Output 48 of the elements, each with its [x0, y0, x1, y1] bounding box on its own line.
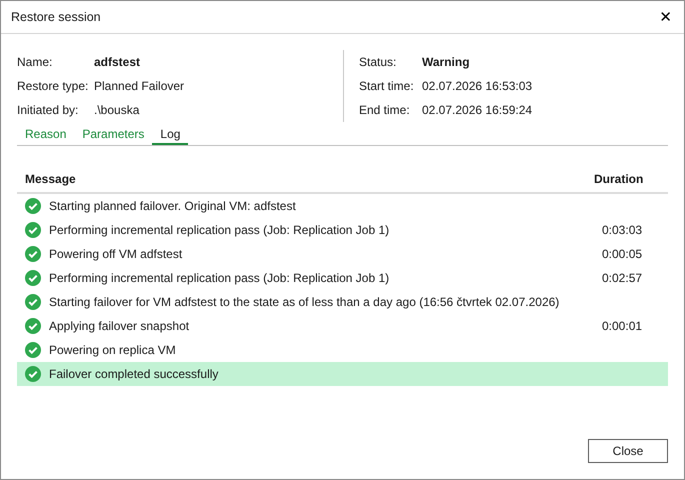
field-label: Status: [359, 55, 398, 69]
check-circle-icon [25, 366, 41, 382]
table-row[interactable]: Powering off VM adfstest 0:00:05 [17, 242, 668, 266]
field-value: 02.07.2026 16:59:24 [422, 103, 532, 117]
table-row[interactable]: Failover completed successfully [17, 362, 668, 386]
close-button[interactable]: Close [588, 439, 668, 463]
check-circle-icon [25, 342, 41, 358]
tab[interactable]: Log [152, 124, 188, 145]
table-cell-text: Failover completed successfully [49, 367, 220, 381]
close-button[interactable]: ✕ [657, 8, 674, 26]
table-cell-text: Performing incremental replication pass (Job: Replication Job 1) [49, 271, 390, 285]
table-row[interactable]: Applying failover snapshot 0:00:01 [17, 314, 668, 338]
table-cell-text: Powering off VM adfstest [49, 247, 184, 261]
check-circle-icon [25, 318, 41, 334]
table-row[interactable]: Starting failover for VM adfstest to the state as of less than a day ago (16:56 čtvrtek 02.07.2026) [17, 290, 668, 314]
window-title: Restore session [11, 10, 101, 24]
table-cell-text: Applying failover snapshot [49, 319, 190, 333]
table-row[interactable]: Powering on replica VM [17, 338, 668, 362]
check-circle-icon [25, 222, 41, 238]
tab[interactable]: Reason [17, 124, 74, 145]
table-row[interactable]: Performing incremental replication pass (Job: Replication Job 1) 0:03:03 [17, 218, 668, 242]
field-label: Initiated by: [17, 103, 80, 117]
field-label: Restore type: [17, 79, 90, 93]
check-circle-icon [25, 270, 41, 286]
field-label: Name: [17, 55, 54, 69]
field-value: Planned Failover [94, 79, 184, 93]
table-cell-text: Starting failover for VM adfstest to the state as of less than a day ago (16:56 čtvrtek 02.07.2026) [49, 295, 560, 309]
check-circle-icon [25, 246, 41, 262]
table-cell-text: 0:00:01 [602, 319, 644, 333]
table-cell-text: 0:02:57 [602, 271, 644, 285]
tab[interactable]: Parameters [74, 124, 152, 145]
field-label: Start time: [359, 79, 415, 93]
column-header[interactable]: Message [17, 172, 594, 186]
table-cell-text: Starting planned failover. Original VM: adfstest [49, 199, 297, 213]
field-value: Warning [422, 55, 470, 69]
table-cell-text: Performing incremental replication pass (Job: Replication Job 1) [49, 223, 390, 237]
column-header[interactable]: Duration [594, 172, 668, 186]
table-cell-text: Powering on replica VM [49, 343, 177, 357]
field-value: 02.07.2026 16:53:03 [422, 79, 532, 93]
table-row[interactable]: Performing incremental replication pass (Job: Replication Job 1) 0:02:57 [17, 266, 668, 290]
field-value: .\bouska [94, 103, 140, 117]
table-row[interactable]: Starting planned failover. Original VM: adfstest [17, 194, 668, 218]
table-cell-text: 0:03:03 [602, 223, 644, 237]
check-circle-icon [25, 294, 41, 310]
field-label: End time: [359, 103, 411, 117]
field-value: adfstest [94, 55, 140, 69]
check-circle-icon [25, 198, 41, 214]
table-cell-text: 0:00:05 [602, 247, 644, 261]
